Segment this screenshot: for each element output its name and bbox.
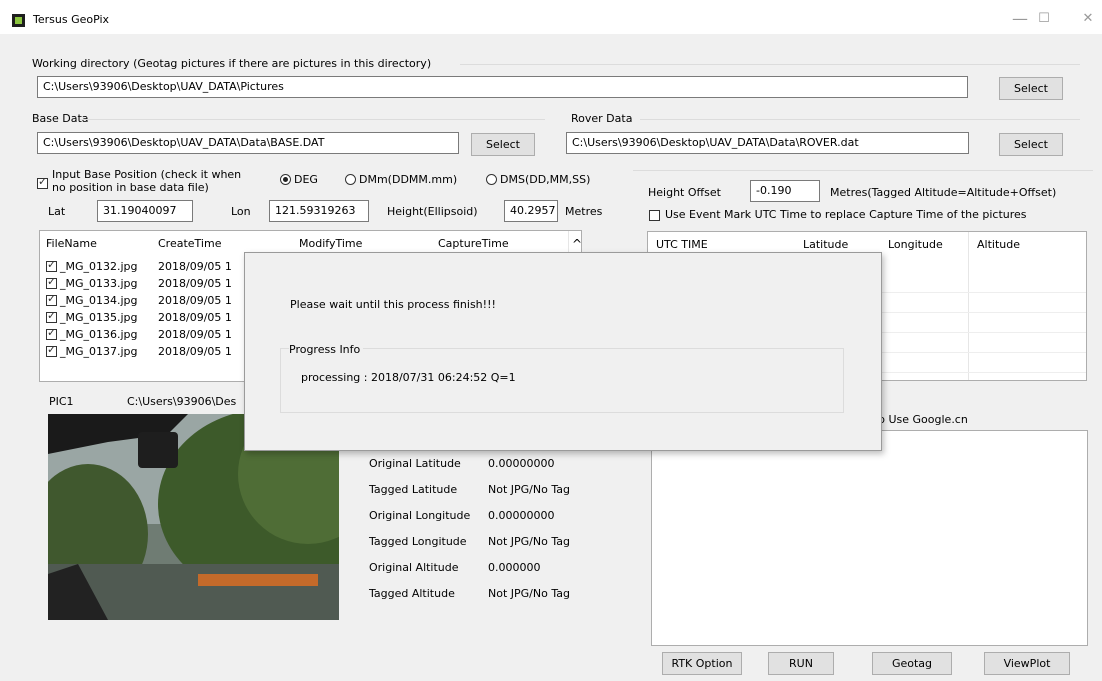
height-offset-field[interactable]: -0.190 <box>750 180 820 202</box>
file-name: _MG_0134.jpg <box>60 294 138 307</box>
dms-radio-label: DMS(DD,MM,SS) <box>500 173 591 186</box>
file-name: _MG_0132.jpg <box>60 260 138 273</box>
column-modifytime[interactable]: ModifyTime <box>299 237 362 250</box>
height-label: Height(Ellipsoid) <box>387 205 478 218</box>
column-utc-time[interactable]: UTC TIME <box>656 238 708 251</box>
working-directory-select-button[interactable]: Select <box>999 77 1063 100</box>
progress-info-label: Progress Info <box>289 343 364 356</box>
height-field[interactable]: 40.2957 <box>504 200 558 222</box>
event-mark-checkbox[interactable] <box>649 210 660 221</box>
lon-field[interactable]: 121.59319263 <box>269 200 369 222</box>
original-longitude-label: Original Longitude <box>369 509 471 522</box>
file-create-time: 2018/09/05 1 <box>158 294 232 307</box>
file-checkbox[interactable] <box>46 275 57 289</box>
column-capturetime[interactable]: CaptureTime <box>438 237 509 250</box>
file-name: _MG_0137.jpg <box>60 345 138 358</box>
column-altitude[interactable]: Altitude <box>977 238 1020 251</box>
base-data-select-button[interactable]: Select <box>471 133 535 156</box>
picture-label: PIC1 <box>49 395 74 408</box>
working-directory-divider <box>460 64 1080 65</box>
base-data-divider <box>80 119 545 120</box>
column-longitude[interactable]: Longitude <box>888 238 943 251</box>
dialog-message: Please wait until this process finish!!! <box>290 298 496 311</box>
file-checkbox[interactable] <box>46 258 57 272</box>
file-checkbox[interactable] <box>46 292 57 306</box>
progress-dialog: Please wait until this process finish!!!… <box>244 252 882 451</box>
deg-radio-label: DEG <box>294 173 318 186</box>
column-filename[interactable]: FileName <box>46 237 97 250</box>
title-bar: Tersus GeoPix — ☐ ✕ <box>0 0 1102 34</box>
input-base-position-checkbox[interactable] <box>37 175 48 189</box>
file-create-time: 2018/09/05 1 <box>158 311 232 324</box>
height-offset-unit-label: Metres(Tagged Altitude=Altitude+Offset) <box>830 186 1057 199</box>
base-data-field[interactable]: C:\Users\93906\Desktop\UAV_DATA\Data\BAS… <box>37 132 459 154</box>
right-group-divider <box>633 170 1093 171</box>
lat-field[interactable]: 31.19040097 <box>97 200 193 222</box>
working-directory-field[interactable]: C:\Users\93906\Desktop\UAV_DATA\Pictures <box>37 76 968 98</box>
run-button[interactable]: RUN <box>768 652 834 675</box>
rtk-option-button[interactable]: RTK Option <box>662 652 742 675</box>
height-unit-label: Metres <box>565 205 603 218</box>
progress-info-group: processing : 2018/07/31 06:24:52 Q=1 <box>280 348 844 413</box>
lat-label: Lat <box>48 205 66 218</box>
file-checkbox[interactable] <box>46 309 57 323</box>
height-offset-label: Height Offset <box>648 186 721 199</box>
rover-data-field[interactable]: C:\Users\93906\Desktop\UAV_DATA\Data\ROV… <box>566 132 969 154</box>
column-separator <box>968 232 969 380</box>
file-name: _MG_0133.jpg <box>60 277 138 290</box>
main-window: Tersus GeoPix — ☐ ✕ Working directory (G… <box>0 0 1102 681</box>
original-latitude-label: Original Latitude <box>369 457 461 470</box>
working-directory-label: Working directory (Geotag pictures if th… <box>32 57 432 70</box>
file-create-time: 2018/09/05 1 <box>158 345 232 358</box>
column-createtime[interactable]: CreateTime <box>158 237 221 250</box>
file-create-time: 2018/09/05 1 <box>158 260 232 273</box>
dmm-radio[interactable] <box>345 174 356 185</box>
tagged-altitude-label: Tagged Altitude <box>369 587 455 600</box>
close-button[interactable]: ✕ <box>1066 6 1102 32</box>
original-altitude-value: 0.000000 <box>488 561 541 574</box>
rover-data-divider <box>640 119 1080 120</box>
column-latitude[interactable]: Latitude <box>803 238 848 251</box>
original-altitude-label: Original Altitude <box>369 561 459 574</box>
window-title: Tersus GeoPix <box>33 13 110 26</box>
lon-label: Lon <box>231 205 251 218</box>
original-latitude-value: 0.00000000 <box>488 457 555 470</box>
app-logo-icon <box>12 14 25 27</box>
file-create-time: 2018/09/05 1 <box>158 277 232 290</box>
input-base-position-label-line1: Input Base Position (check it when <box>52 168 242 181</box>
tagged-longitude-label: Tagged Longitude <box>369 535 467 548</box>
picture-path: C:\Users\93906\Des <box>127 395 237 408</box>
tagged-longitude-value: Not JPG/No Tag <box>488 535 570 548</box>
geotag-button[interactable]: Geotag <box>872 652 952 675</box>
map-view[interactable] <box>651 430 1088 646</box>
dmm-radio-label: DMm(DDMM.mm) <box>359 173 458 186</box>
rover-data-label: Rover Data <box>571 112 633 125</box>
file-create-time: 2018/09/05 1 <box>158 328 232 341</box>
rover-data-select-button[interactable]: Select <box>999 133 1063 156</box>
tagged-latitude-label: Tagged Latitude <box>369 483 458 496</box>
deg-radio[interactable] <box>280 174 291 185</box>
file-name: _MG_0136.jpg <box>60 328 138 341</box>
event-mark-label: Use Event Mark UTC Time to replace Captu… <box>665 208 1027 221</box>
file-name: _MG_0135.jpg <box>60 311 138 324</box>
original-longitude-value: 0.00000000 <box>488 509 555 522</box>
tagged-altitude-value: Not JPG/No Tag <box>488 587 570 600</box>
maximize-button[interactable]: ☐ <box>1022 6 1066 32</box>
tagged-latitude-value: Not JPG/No Tag <box>488 483 570 496</box>
viewplot-button[interactable]: ViewPlot <box>984 652 1070 675</box>
progress-text: processing : 2018/07/31 06:24:52 Q=1 <box>301 371 516 384</box>
file-checkbox[interactable] <box>46 343 57 357</box>
file-checkbox[interactable] <box>46 326 57 340</box>
dms-radio[interactable] <box>486 174 497 185</box>
map-provider-label: p Use Google.cn <box>878 413 968 426</box>
input-base-position-label-line2: no position in base data file) <box>52 181 209 194</box>
scroll-up-arrow-icon[interactable]: ^ <box>572 237 581 251</box>
